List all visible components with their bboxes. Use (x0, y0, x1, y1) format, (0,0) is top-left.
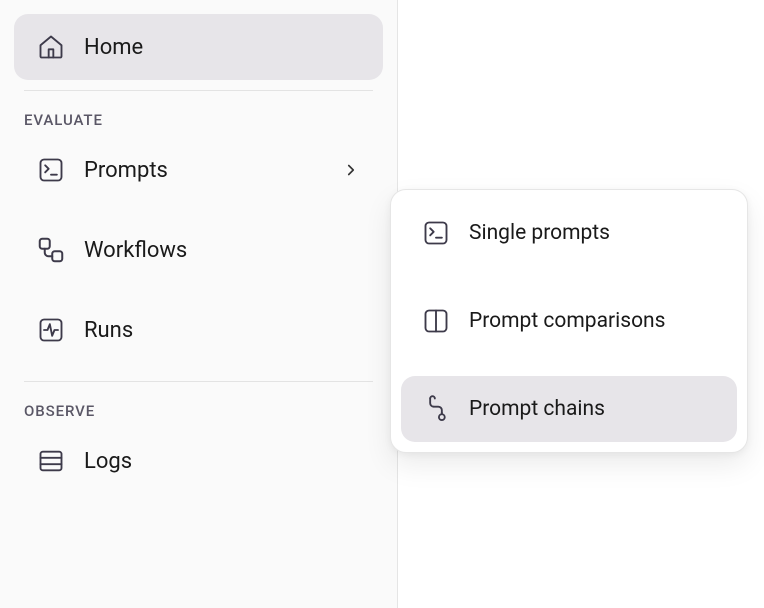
section-observe: Logs (14, 432, 383, 490)
sidebar-item-label: Runs (84, 318, 133, 343)
sidebar: Home EVALUATE Prompts (0, 0, 398, 608)
submenu-item-prompt-comparisons[interactable]: Prompt comparisons (401, 288, 737, 354)
section-label-evaluate: EVALUATE (14, 105, 383, 141)
chevron-right-icon (341, 160, 361, 180)
home-icon (36, 32, 66, 62)
submenu-item-label: Prompt comparisons (469, 309, 666, 333)
submenu-item-single-prompts[interactable]: Single prompts (401, 200, 737, 266)
logs-icon (36, 446, 66, 476)
submenu-item-label: Single prompts (469, 221, 610, 245)
sidebar-item-label: Prompts (84, 158, 168, 183)
sidebar-item-workflows[interactable]: Workflows (14, 221, 383, 279)
sidebar-item-runs[interactable]: Runs (14, 301, 383, 359)
section-label-observe: OBSERVE (14, 396, 383, 432)
section-evaluate: Prompts Workflows (14, 141, 383, 359)
sidebar-item-prompts[interactable]: Prompts (14, 141, 383, 199)
sidebar-item-label: Workflows (84, 238, 187, 263)
sidebar-item-label: Logs (84, 449, 132, 474)
prompts-submenu: Single prompts Prompt comparisons Prompt… (390, 189, 748, 453)
divider (24, 381, 373, 382)
submenu-item-label: Prompt chains (469, 397, 605, 421)
chain-icon (421, 394, 451, 424)
columns-icon (421, 306, 451, 336)
divider (24, 90, 373, 91)
activity-icon (36, 315, 66, 345)
terminal-icon (421, 218, 451, 248)
terminal-icon (36, 155, 66, 185)
sidebar-item-logs[interactable]: Logs (14, 432, 383, 490)
sidebar-item-label: Home (84, 35, 143, 60)
workflow-icon (36, 235, 66, 265)
submenu-item-prompt-chains[interactable]: Prompt chains (401, 376, 737, 442)
sidebar-item-home[interactable]: Home (14, 14, 383, 80)
